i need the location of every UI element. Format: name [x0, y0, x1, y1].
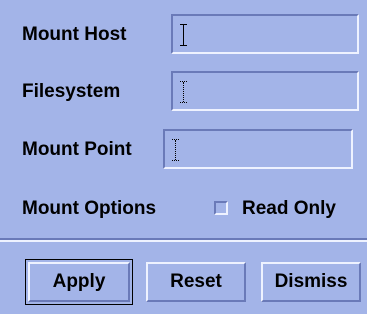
mount-dialog: Mount Host Filesystem Mount Point Mount … — [0, 0, 367, 314]
filesystem-label: Filesystem — [22, 81, 121, 102]
apply-button[interactable]: Apply — [25, 259, 133, 305]
mount-options-label: Mount Options — [22, 198, 157, 219]
text-cursor-icon — [180, 24, 187, 46]
read-only-label[interactable]: Read Only — [242, 198, 336, 220]
mount-point-input[interactable] — [163, 129, 353, 169]
mount-host-input[interactable] — [171, 14, 359, 54]
filesystem-input[interactable] — [171, 71, 359, 111]
text-cursor-icon — [172, 139, 179, 161]
mount-host-label: Mount Host — [22, 24, 127, 45]
dismiss-button[interactable]: Dismiss — [261, 262, 361, 302]
text-cursor-icon — [180, 81, 187, 103]
mount-point-label: Mount Point — [22, 139, 132, 160]
separator-highlight — [0, 240, 367, 242]
read-only-checkbox[interactable] — [214, 201, 228, 215]
reset-button[interactable]: Reset — [146, 262, 246, 302]
